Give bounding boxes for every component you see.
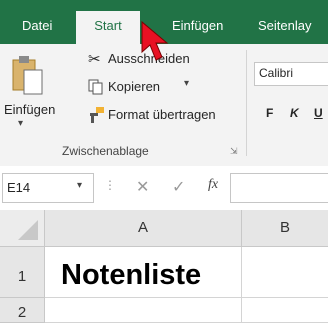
- cell-a2[interactable]: [45, 298, 242, 323]
- cell-b1[interactable]: [242, 247, 328, 298]
- scissors-icon: ✂: [88, 51, 101, 68]
- column-header-a[interactable]: A: [45, 210, 242, 247]
- cell-b2[interactable]: [242, 298, 328, 323]
- tab-seitenlayout[interactable]: Seitenlay: [258, 14, 328, 44]
- insert-function-icon[interactable]: fx: [208, 177, 218, 193]
- copy-button[interactable]: Kopieren ▾: [88, 76, 238, 98]
- tab-einfuegen[interactable]: Einfügen: [172, 14, 232, 44]
- paintbrush-icon: [90, 107, 104, 123]
- copy-icon: [88, 79, 103, 95]
- underline-button[interactable]: U: [314, 106, 323, 120]
- select-all-corner[interactable]: [0, 210, 45, 247]
- tab-start[interactable]: Start: [76, 11, 140, 44]
- chevron-down-icon[interactable]: ▾: [184, 78, 189, 89]
- formula-input[interactable]: [230, 173, 328, 203]
- enter-checkmark-icon[interactable]: ✓: [172, 177, 185, 197]
- row-header-1[interactable]: 1: [0, 247, 45, 298]
- clipboard-paste-icon: [12, 56, 43, 95]
- select-all-triangle-icon: [18, 220, 38, 240]
- dialog-launcher-icon[interactable]: ⇲: [230, 146, 238, 157]
- more-icon: ⋮: [104, 178, 116, 192]
- mouse-cursor-icon: [141, 20, 169, 61]
- column-header-b[interactable]: B: [242, 210, 328, 247]
- tab-datei[interactable]: Datei: [22, 14, 62, 44]
- paste-button[interactable]: Einfügen ▾: [4, 48, 56, 136]
- copy-label: Kopieren: [108, 79, 161, 94]
- font-name-box[interactable]: Calibri: [254, 62, 328, 86]
- bold-button[interactable]: F: [266, 106, 273, 120]
- clipboard-group-label: Zwischenablage: [62, 144, 149, 158]
- cancel-icon[interactable]: ✕: [136, 177, 149, 197]
- formula-bar: E14 ▾ ⋮ ✕ ✓ fx: [0, 166, 328, 211]
- cell-a1-value: Notenliste: [61, 259, 202, 291]
- chevron-down-icon[interactable]: ▾: [77, 180, 82, 191]
- name-box[interactable]: E14 ▾: [2, 173, 94, 203]
- format-painter-button[interactable]: Format übertragen: [88, 104, 238, 126]
- chevron-down-icon[interactable]: ▾: [18, 118, 23, 129]
- format-painter-label: Format übertragen: [108, 107, 216, 122]
- cell-a1[interactable]: Notenliste: [45, 247, 242, 298]
- font-name-value: Calibri: [259, 66, 294, 80]
- name-box-value: E14: [7, 180, 31, 195]
- italic-button[interactable]: K: [290, 106, 299, 120]
- group-separator: [246, 50, 247, 156]
- row-header-2[interactable]: 2: [0, 298, 45, 323]
- paste-label: Einfügen: [4, 102, 56, 117]
